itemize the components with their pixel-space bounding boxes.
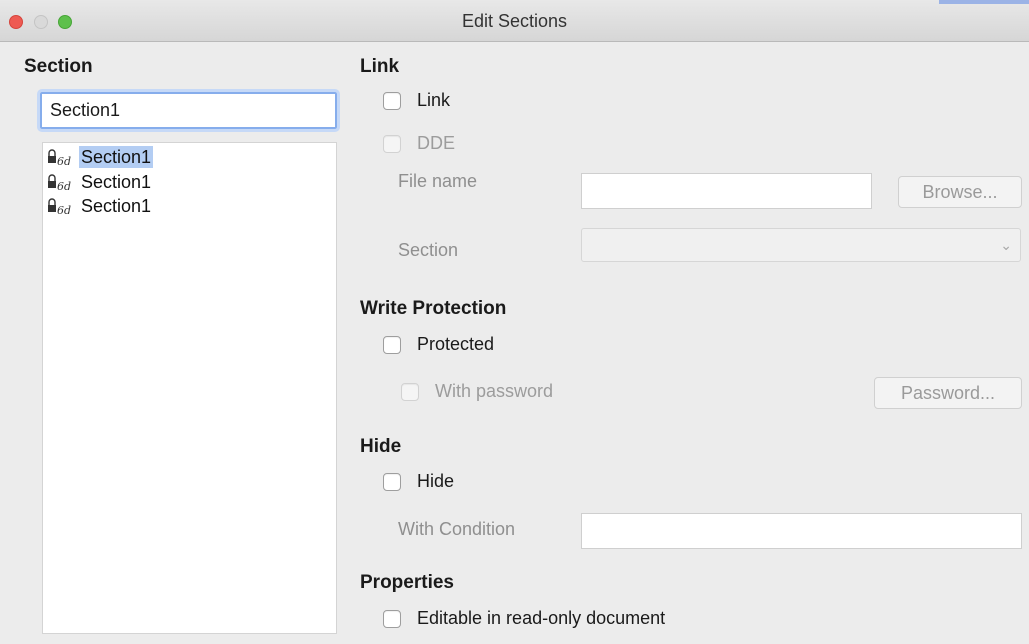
with-password-checkbox-label: With password — [435, 381, 554, 401]
dde-checkbox — [383, 134, 401, 153]
svg-text:6d: 6d — [57, 155, 71, 167]
link-checkbox[interactable] — [383, 91, 401, 110]
tree-item[interactable]: 6d Section1 — [47, 171, 153, 193]
title-accent-bar — [939, 0, 1029, 4]
tree-item[interactable]: 6d Section1 — [47, 195, 153, 217]
editable-readonly-checkbox[interactable] — [383, 609, 401, 628]
tree-item-label: Section1 — [79, 146, 154, 168]
condition-field — [581, 513, 1022, 549]
section-link-icon: 6d — [47, 147, 79, 167]
write-protection-heading: Write Protection — [360, 298, 507, 319]
tree-item-label: Section1 — [81, 196, 152, 216]
link-checkbox-label: Link — [417, 90, 451, 110]
link-checkbox-row[interactable]: Link — [383, 90, 450, 111]
file-name-field — [581, 173, 872, 209]
section-heading: Section — [24, 56, 93, 77]
section-link-icon: 6d — [47, 196, 79, 216]
file-name-label: File name — [398, 171, 478, 191]
browse-button: Browse... — [898, 176, 1022, 208]
protected-checkbox-label: Protected — [417, 334, 495, 354]
link-heading: Link — [360, 56, 400, 77]
protected-checkbox[interactable] — [383, 335, 401, 354]
hide-checkbox-label: Hide — [417, 471, 455, 491]
with-password-checkbox-row: With password — [401, 381, 553, 402]
password-button: Password... — [874, 377, 1022, 409]
hide-checkbox[interactable] — [383, 472, 401, 491]
link-section-label: Section — [398, 240, 459, 260]
editable-readonly-checkbox-label: Editable in read-only document — [417, 608, 666, 628]
dde-checkbox-row: DDE — [383, 133, 455, 154]
window-title: Edit Sections — [461, 11, 568, 31]
properties-heading: Properties — [360, 572, 454, 593]
svg-text:6d: 6d — [57, 180, 71, 192]
section-tree[interactable]: 6d Section1 6d Section1 6d Section1 — [42, 142, 337, 634]
with-password-checkbox — [401, 382, 419, 401]
link-section-combo: ⌄ — [581, 228, 1021, 262]
chevron-down-icon: ⌄ — [1000, 237, 1012, 253]
with-condition-label: With Condition — [398, 519, 516, 539]
tree-item[interactable]: 6d Section1 — [47, 146, 154, 168]
section-name-input[interactable] — [37, 89, 340, 132]
title-bar: Edit Sections — [0, 0, 1029, 42]
hide-checkbox-row[interactable]: Hide — [383, 471, 454, 492]
dde-checkbox-label: DDE — [417, 133, 456, 153]
protected-checkbox-row[interactable]: Protected — [383, 334, 494, 355]
hide-heading: Hide — [360, 436, 402, 457]
edit-sections-dialog: Edit Sections Section 6d Section1 6d — [0, 0, 1029, 644]
editable-checkbox-row[interactable]: Editable in read-only document — [383, 608, 665, 629]
section-link-icon: 6d — [47, 172, 79, 192]
tree-item-label: Section1 — [81, 172, 152, 192]
svg-text:6d: 6d — [57, 204, 71, 216]
